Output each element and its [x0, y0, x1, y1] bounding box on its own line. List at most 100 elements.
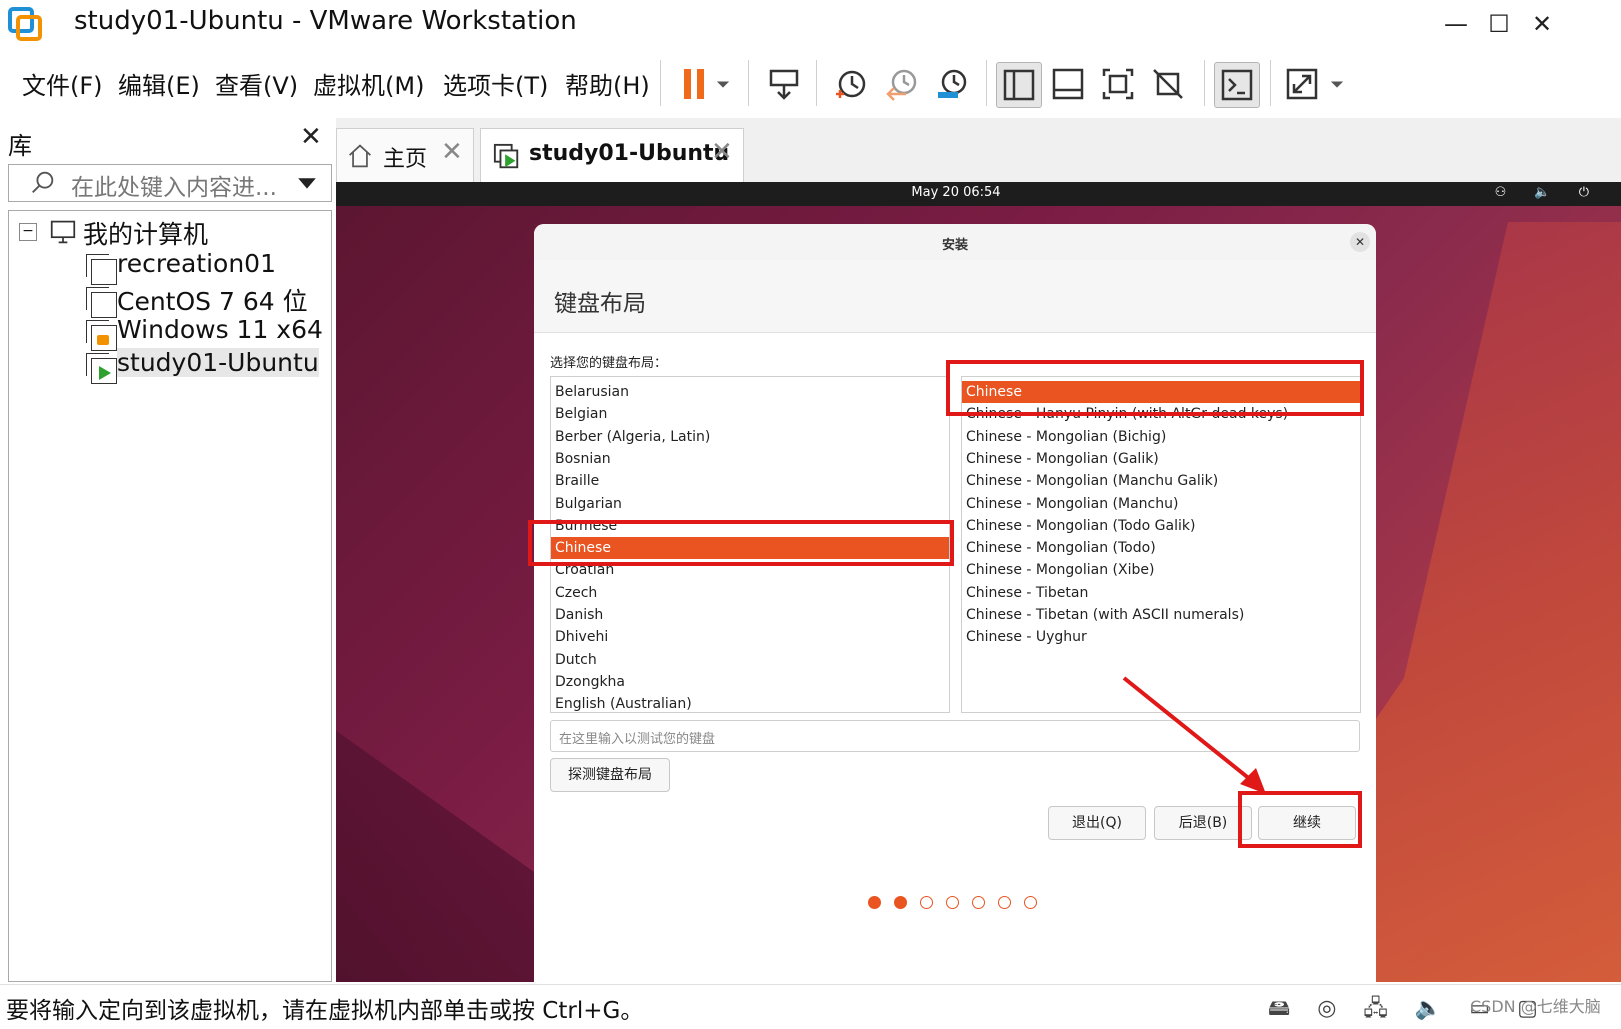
menu-vm[interactable]: 虚拟机(M) [313, 66, 424, 101]
thumbnail-bar-icon [1052, 68, 1084, 100]
progress-dot [1024, 896, 1037, 909]
page-title: 键盘布局 [554, 291, 646, 317]
take-snapshot-button[interactable] [828, 62, 872, 106]
stretch-guest-button[interactable] [1280, 62, 1324, 106]
chevron-down-icon[interactable] [295, 171, 319, 195]
send-ctrl-alt-del-icon [769, 69, 799, 100]
list-item[interactable]: Chinese - Mongolian (Xibe) [962, 559, 1360, 581]
minimize-button[interactable]: — [1436, 6, 1476, 42]
unity-button[interactable] [1146, 62, 1190, 106]
close-window-button[interactable]: ✕ [1522, 6, 1562, 42]
vmware-logo-icon [8, 7, 42, 41]
window-title: study01-Ubuntu - VMware Workstation [74, 6, 577, 36]
revert-snapshot-button[interactable] [880, 62, 924, 106]
quit-button[interactable]: 退出(Q) [1048, 806, 1146, 840]
chevron-down-icon [1330, 81, 1344, 88]
console-view-icon [1221, 69, 1253, 101]
library-close-button[interactable]: ✕ [300, 122, 322, 152]
list-item[interactable]: Dutch [551, 649, 949, 671]
list-item[interactable]: Dhivehi [551, 626, 949, 648]
menu-view[interactable]: 查看(V) [215, 66, 298, 101]
menu-file[interactable]: 文件(F) [22, 66, 103, 101]
list-item[interactable]: Chinese - Mongolian (Manchu) [962, 493, 1360, 515]
maximize-button[interactable]: ☐ [1479, 6, 1519, 42]
detect-layout-button[interactable]: 探测键盘布局 [550, 758, 670, 792]
menu-edit[interactable]: 编辑(E) [118, 66, 200, 101]
vm-console[interactable]: May 20 06:54 ⚇ 🔈 ⏻ 安装 ✕ 键盘布局 选择您的键盘布局： B… [336, 182, 1621, 982]
dialog-close-button[interactable]: ✕ [1350, 232, 1370, 252]
title-bar: study01-Ubuntu - VMware Workstation — ☐ … [0, 0, 1621, 50]
toolbar-separator [748, 60, 749, 106]
list-item[interactable]: English (Australian) [551, 693, 949, 712]
progress-dot [972, 896, 985, 909]
library-search-input[interactable]: 在此处键入内容进... [8, 164, 332, 202]
library-search-placeholder: 在此处键入内容进... [71, 175, 277, 201]
status-message: 要将输入定向到该虚拟机，请在虚拟机内部单击或按 Ctrl+G。 [6, 998, 644, 1024]
list-item[interactable]: Bosnian [551, 448, 949, 470]
tree-item-label: study01-Ubuntu [117, 348, 319, 377]
tab-bar: 主页 ✕ study01-Ubuntu ✕ [336, 118, 1621, 183]
library-panel: 库 ✕ 在此处键入内容进... − 我的计算机 recreation01 Cen… [0, 118, 336, 984]
progress-dot [894, 896, 907, 909]
pause-dropdown[interactable] [708, 62, 738, 106]
list-item[interactable]: Chinese - Mongolian (Manchu Galik) [962, 470, 1360, 492]
list-item[interactable]: Braille [551, 470, 949, 492]
dialog-title: 安装 [941, 238, 968, 253]
gnome-clock[interactable]: May 20 06:54 [336, 185, 1576, 200]
tree-item-label: Windows 11 x64 [117, 315, 323, 344]
list-item[interactable]: Belarusian [551, 381, 949, 403]
list-item[interactable]: Chinese - Mongolian (Todo Galik) [962, 515, 1360, 537]
collapse-toggle[interactable]: − [19, 223, 37, 241]
tab-home-label: 主页 [383, 147, 428, 172]
tree-item-label: recreation01 [117, 249, 276, 278]
search-icon [32, 171, 54, 193]
annotation-arrow-icon [1122, 676, 1266, 794]
home-icon [349, 144, 371, 168]
dialog-heading-area: 键盘布局 [534, 260, 1376, 333]
console-view-button[interactable] [1214, 62, 1260, 108]
snapshot-manager-button[interactable] [930, 62, 974, 106]
tab-home[interactable]: 主页 ✕ [336, 128, 474, 183]
vm-icon [86, 287, 117, 318]
show-library-button[interactable] [996, 62, 1042, 108]
tab-home-close-button[interactable]: ✕ [441, 137, 463, 167]
list-item[interactable]: Dzongkha [551, 671, 949, 693]
gnome-top-bar: May 20 06:54 ⚇ 🔈 ⏻ [336, 182, 1621, 206]
list-item[interactable]: Czech [551, 582, 949, 604]
list-item[interactable]: Chinese - Mongolian (Bichig) [962, 426, 1360, 448]
snapshot-icon [836, 70, 866, 98]
stretch-dropdown[interactable] [1322, 62, 1352, 106]
menu-help[interactable]: 帮助(H) [565, 66, 650, 101]
menu-tabs[interactable]: 选项卡(T) [443, 66, 548, 101]
progress-dot [920, 896, 933, 909]
toolbar-separator [816, 60, 817, 106]
list-item[interactable]: Chinese - Mongolian (Galik) [962, 448, 1360, 470]
vm-icon [86, 254, 117, 285]
variant-list[interactable]: Chinese Chinese - Hanyu Pinyin (with AltG… [961, 376, 1361, 713]
list-item[interactable]: Chinese - Tibetan [962, 582, 1360, 604]
annotation-box-variant [946, 360, 1364, 416]
toolbar-separator [1270, 60, 1271, 106]
list-item[interactable]: Chinese - Uyghur [962, 626, 1360, 648]
watermark-text: CSDN @七维大脑 [1470, 997, 1601, 1016]
list-item[interactable]: Berber (Algeria, Latin) [551, 426, 949, 448]
send-ctrl-alt-del-button[interactable] [762, 62, 806, 106]
tab-study01-ubuntu[interactable]: study01-Ubuntu ✕ [480, 128, 744, 183]
computer-icon [50, 220, 76, 244]
gnome-system-tray[interactable]: ⚇ 🔈 ⏻ [1495, 185, 1601, 200]
status-bar: 要将输入定向到该虚拟机，请在虚拟机内部单击或按 Ctrl+G。 🖴 ◎ 🖧 🔈 … [0, 984, 1621, 1026]
tab-vm-close-button[interactable]: ✕ [711, 137, 733, 167]
list-item[interactable]: Chinese - Mongolian (Todo) [962, 537, 1360, 559]
dialog-header: 安装 ✕ [534, 224, 1376, 261]
installer-dialog: 安装 ✕ 键盘布局 选择您的键盘布局： Belarusian Belgian Ber… [534, 224, 1376, 982]
fullscreen-icon [1102, 68, 1134, 100]
toolbar-separator [986, 60, 987, 106]
list-item[interactable]: Danish [551, 604, 949, 626]
fullscreen-button[interactable] [1096, 62, 1140, 106]
list-item[interactable]: Bulgarian [551, 493, 949, 515]
list-item[interactable]: Chinese - Tibetan (with ASCII numerals) [962, 604, 1360, 626]
list-item[interactable]: Belgian [551, 403, 949, 425]
pause-icon [684, 69, 704, 99]
progress-dot [946, 896, 959, 909]
thumbnail-bar-button[interactable] [1046, 62, 1090, 106]
